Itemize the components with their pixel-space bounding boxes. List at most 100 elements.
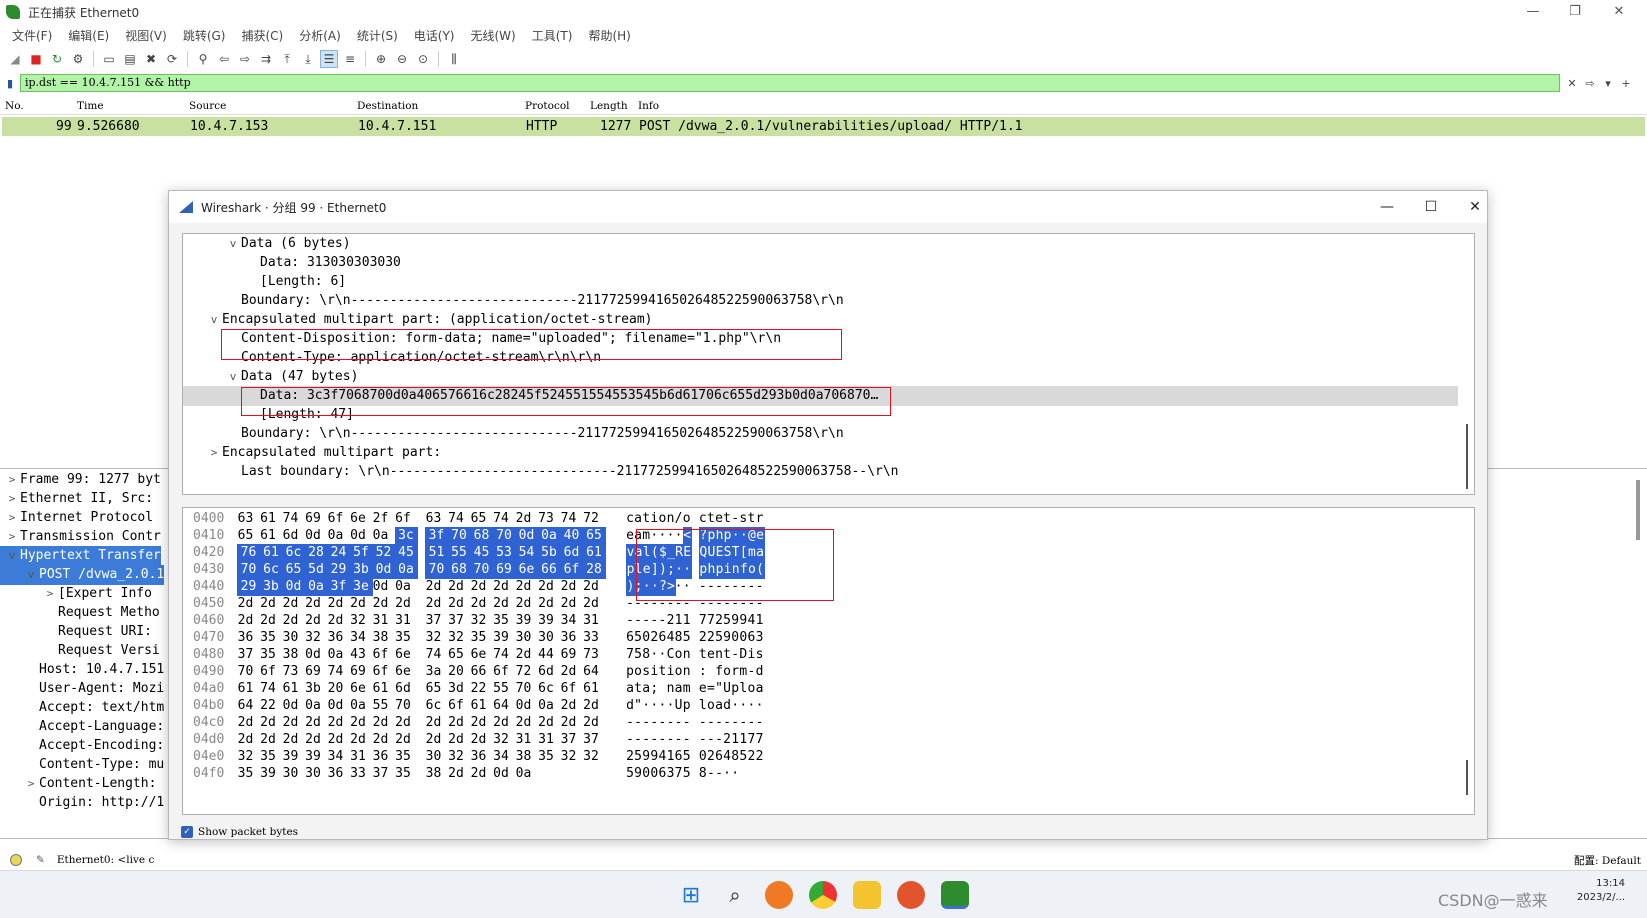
hex-byte[interactable]: 31	[395, 612, 412, 630]
ascii-char[interactable]: s	[642, 663, 650, 681]
ascii-char[interactable]: 5	[683, 748, 691, 766]
capture-comment-icon[interactable]: ✎	[36, 854, 45, 866]
ascii-char[interactable]: 5	[739, 748, 747, 766]
ascii-char[interactable]: 5	[634, 646, 642, 664]
hex-row[interactable]: 0480 37 35 38 0d 0a 43 6f 6e 74 65 6e 74 2d 44 69 73 7 5 8 ·…	[183, 646, 1453, 664]
column-protocol[interactable]: Protocol	[525, 100, 570, 112]
hex-byte[interactable]: 52	[372, 544, 395, 562]
first-icon[interactable]: ⤒	[278, 50, 296, 68]
hex-byte[interactable]: 37	[237, 646, 254, 664]
menu-item-0[interactable]: 文件(F)	[4, 27, 60, 44]
hex-byte[interactable]: 2d	[372, 731, 389, 749]
collapse-arrow-icon[interactable]: v	[225, 367, 241, 387]
hex-byte[interactable]: 2d	[237, 595, 254, 613]
expand-arrow-icon[interactable]: >	[4, 508, 20, 528]
ascii-char[interactable]: C	[667, 646, 675, 664]
ascii-char[interactable]: 2	[667, 612, 675, 630]
ascii-char[interactable]: ·	[642, 697, 650, 715]
ascii-char[interactable]: n	[683, 663, 691, 681]
hex-byte[interactable]: 35	[260, 748, 277, 766]
hex-byte[interactable]: 70	[492, 527, 516, 545]
hex-byte[interactable]: 2d	[372, 595, 389, 613]
ascii-char[interactable]: -	[642, 714, 650, 732]
hex-byte[interactable]: 0d	[350, 527, 367, 545]
colorize-icon[interactable]: ≡	[341, 50, 359, 68]
hex-byte[interactable]: 2d	[327, 612, 344, 630]
minimize-button[interactable]: —	[1510, 2, 1556, 22]
ascii-char[interactable]: n	[715, 646, 723, 664]
details-row[interactable]: v Hypertext Transfer	[0, 546, 161, 566]
ascii-char[interactable]: -	[731, 714, 739, 732]
ascii-char[interactable]: 9	[642, 748, 650, 766]
windows-start-icon[interactable]: ⊞	[677, 881, 705, 909]
hex-byte[interactable]: 61	[372, 680, 389, 698]
ascii-char[interactable]: -	[626, 612, 634, 630]
details-row[interactable]: > Frame 99: 1277 byt	[0, 470, 161, 490]
hex-byte[interactable]: 61	[470, 697, 487, 715]
hex-byte[interactable]: 65	[448, 646, 465, 664]
search-icon[interactable]: ⌕	[721, 881, 749, 909]
hex-byte[interactable]: 2d	[260, 731, 277, 749]
hex-byte[interactable]: 40	[560, 527, 583, 545]
ascii-char[interactable]: 7	[707, 612, 715, 630]
ascii-char[interactable]: 5	[626, 765, 634, 783]
hex-byte[interactable]: 6e	[470, 646, 487, 664]
hex-byte[interactable]: 0d	[493, 765, 510, 783]
hex-byte[interactable]: 70	[237, 663, 254, 681]
ascii-char[interactable]: a	[626, 680, 634, 698]
hex-byte[interactable]: 64	[493, 697, 510, 715]
hex-byte[interactable]: 69	[350, 663, 367, 681]
hex-byte[interactable]: 35	[395, 765, 412, 783]
hex-byte[interactable]: 0a	[538, 697, 555, 715]
hex-byte[interactable]: 33	[583, 629, 600, 647]
details-row[interactable]: Content-Type: mu	[0, 755, 164, 775]
hex-byte[interactable]: 2d	[538, 714, 555, 732]
hex-byte[interactable]: 2d	[560, 714, 577, 732]
ascii-char[interactable]: 9	[731, 612, 739, 630]
hex-byte[interactable]: 2d	[305, 612, 322, 630]
details-row[interactable]: Request Metho	[0, 603, 160, 623]
ascii-char[interactable]: o	[658, 510, 666, 528]
hex-byte[interactable]: 2d	[560, 595, 577, 613]
hex-byte[interactable]: 35	[493, 612, 510, 630]
ascii-char[interactable]: 7	[675, 765, 683, 783]
file-explorer-icon[interactable]	[853, 881, 881, 909]
ascii-char[interactable]: i	[747, 646, 755, 664]
open-icon[interactable]: ▭	[100, 50, 118, 68]
ascii-char[interactable]: -	[731, 510, 739, 528]
show-packet-bytes-checkbox[interactable]: ✓	[181, 826, 193, 838]
hex-byte[interactable]: 2d	[237, 612, 254, 630]
ascii-char[interactable]: 5	[715, 629, 723, 647]
hex-row[interactable]: 0460 2d 2d 2d 2d 2d 32 31 31 37 37 32 35 39 39 34 31- - - -…	[183, 612, 1453, 630]
ascii-char[interactable]: 9	[634, 765, 642, 783]
hex-byte[interactable]: 6e	[350, 680, 367, 698]
ascii-char[interactable]: i	[667, 663, 675, 681]
dialog-minimize-button[interactable]: —	[1369, 196, 1405, 218]
hex-byte[interactable]: 2d	[305, 595, 322, 613]
ascii-char[interactable]: d	[723, 697, 731, 715]
column-no[interactable]: No.	[5, 100, 24, 112]
hex-byte[interactable]: 36	[560, 629, 577, 647]
hex-byte[interactable]: 0d	[282, 578, 305, 596]
menu-item-1[interactable]: 编辑(E)	[60, 27, 117, 44]
hex-byte[interactable]: 74	[282, 510, 299, 528]
clear-filter-icon[interactable]: ✕	[1564, 77, 1580, 90]
ascii-char[interactable]: 7	[747, 731, 755, 749]
hex-byte[interactable]: 0d	[515, 527, 538, 545]
ascii-char[interactable]: -	[626, 731, 634, 749]
ascii-char[interactable]: 5	[634, 629, 642, 647]
hex-byte[interactable]: 5f	[349, 544, 373, 562]
ascii-char[interactable]: c	[626, 510, 634, 528]
ascii-char[interactable]: -	[699, 731, 707, 749]
ascii-char[interactable]: "	[715, 680, 723, 698]
hex-byte[interactable]: 2d	[448, 578, 465, 596]
firefox-icon[interactable]	[897, 881, 925, 909]
ascii-char[interactable]: 6	[658, 629, 666, 647]
forward-icon[interactable]: ⇨	[236, 50, 254, 68]
hex-byte[interactable]: 6f	[395, 510, 412, 528]
hex-byte[interactable]: 0a	[394, 561, 418, 579]
hex-byte[interactable]: 2d	[583, 595, 600, 613]
hex-byte[interactable]: 0d	[327, 697, 344, 715]
hex-byte[interactable]: 2d	[448, 714, 465, 732]
dialog-close-button[interactable]: ✕	[1457, 196, 1493, 218]
